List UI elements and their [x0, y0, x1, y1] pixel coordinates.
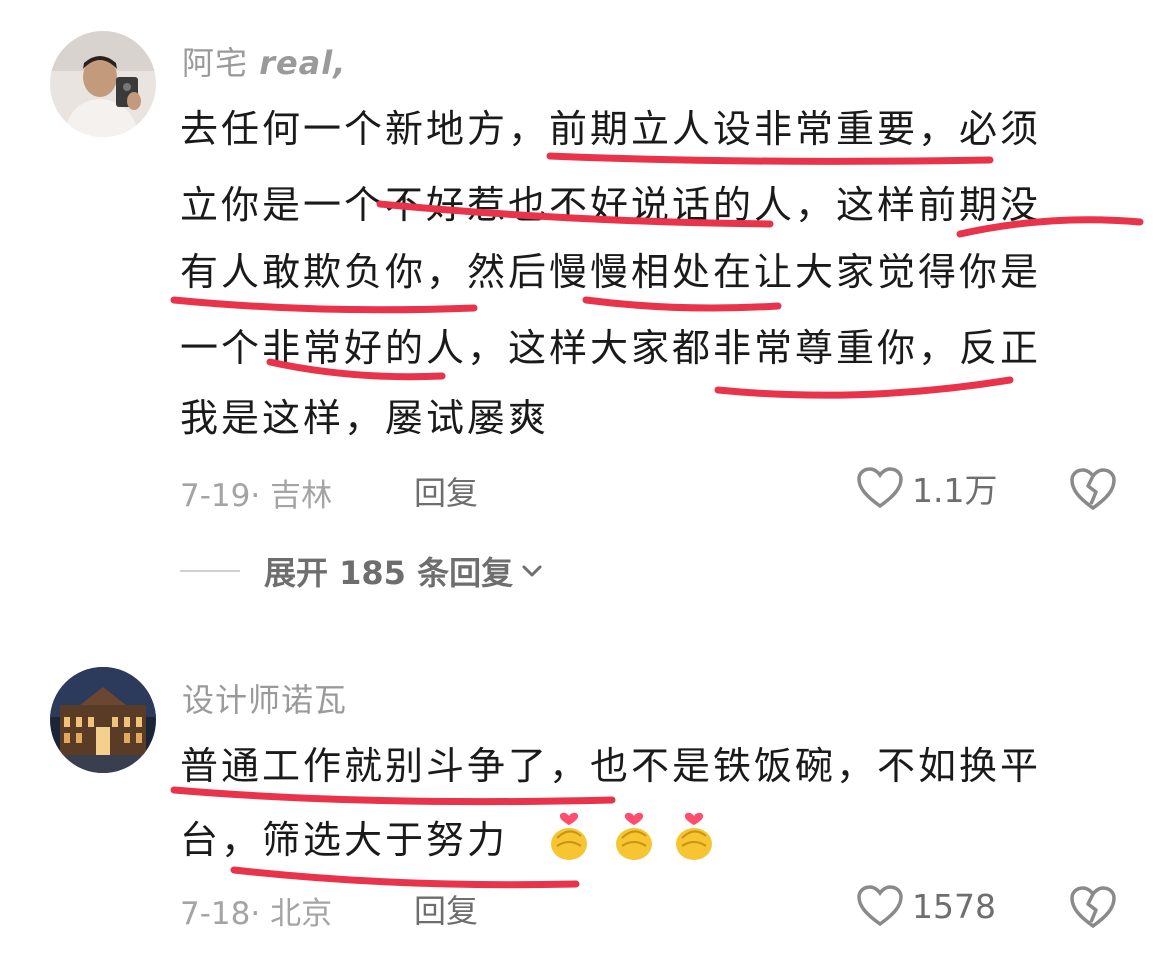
divider	[180, 570, 240, 572]
avatar[interactable]	[50, 667, 156, 773]
avatar[interactable]	[50, 31, 156, 137]
comment-text-line: 普通工作就别斗争了，也不是铁饭碗，不如换平	[180, 744, 1042, 788]
expand-replies-button[interactable]: 展开 185 条回复	[180, 548, 545, 594]
comment-date-location: 7-19· 吉林	[180, 478, 333, 514]
comment-text-line: 去任何一个新地方，前期立人设非常重要，必须	[180, 107, 1042, 151]
comment-text-line: 有人敢欺负你，然后慢慢相处在让大家觉得你是	[180, 250, 1042, 294]
comment-text-line: 立你是一个不好惹也不好说话的人，这样前期没	[180, 183, 1042, 227]
username[interactable]: 阿宅 real,	[182, 38, 346, 84]
like-button[interactable]: 1578	[856, 884, 996, 928]
username-suffix: real,	[259, 44, 347, 82]
username[interactable]: 设计师诺瓦	[182, 675, 347, 721]
like-count: 1578	[912, 886, 996, 926]
broken-heart-icon[interactable]	[1068, 884, 1118, 930]
comment-text-line: 我是这样，屡试屡爽	[180, 396, 550, 440]
comment-item: 设计师诺瓦 普通工作就别斗争了，也不是铁饭碗，不如换平 台，筛选大于努力 7-1…	[0, 650, 1168, 956]
finger-heart-emoji	[616, 812, 652, 860]
chevron-down-icon	[522, 565, 542, 577]
reply-button[interactable]: 回复	[414, 886, 478, 932]
broken-heart-icon[interactable]	[1068, 466, 1118, 512]
finger-heart-emoji	[551, 812, 587, 860]
reply-button[interactable]: 回复	[414, 468, 478, 514]
expand-replies-label: 展开 185 条回复	[264, 554, 514, 592]
heart-icon	[857, 885, 903, 927]
comment-text-line: 一个非常好的人，这样大家都非常尊重你，反正	[180, 326, 1042, 370]
like-button[interactable]: 1.1万	[856, 464, 997, 512]
like-count: 1.1万	[912, 471, 998, 510]
heart-icon	[857, 467, 903, 509]
comment-date-location: 7-18· 北京	[180, 896, 333, 932]
username-name: 阿宅	[182, 44, 249, 82]
finger-heart-emoji	[676, 812, 712, 860]
comment-text-line: 台，筛选大于努力	[180, 818, 509, 862]
comment-item: 阿宅 real, 去任何一个新地方，前期立人设非常重要，必须 立你是一个不好惹也…	[0, 0, 1168, 640]
underline-annotation	[714, 376, 1014, 399]
